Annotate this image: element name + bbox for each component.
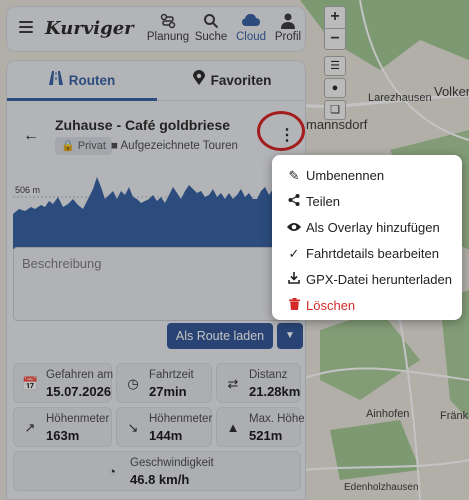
menu-item-label: Als Overlay hinzufügen xyxy=(306,220,440,235)
check-icon: ✓ xyxy=(288,246,300,261)
eye-icon xyxy=(286,215,302,240)
menu-item-overlay[interactable]: Als Overlay hinzufügen xyxy=(272,215,462,240)
menu-item-label: GPX-Datei herunterladen xyxy=(306,272,452,287)
menu-item-label: Fahrtdetails bearbeiten xyxy=(306,246,439,261)
menu-item-download-gpx[interactable]: GPX-Datei herunterladen xyxy=(272,267,462,292)
menu-item-label: Umbenennen xyxy=(306,168,385,183)
pencil-icon: ✎ xyxy=(288,168,300,183)
trash-icon xyxy=(286,293,302,318)
share-icon xyxy=(286,189,302,214)
menu-item-edit-details[interactable]: ✓ Fahrtdetails bearbeiten xyxy=(272,241,462,266)
route-options-menu: ✎ Umbenennen Teilen Als Overlay hinzufüg… xyxy=(272,155,462,320)
download-icon xyxy=(286,267,302,292)
menu-item-label: Löschen xyxy=(306,298,356,313)
menu-item-share[interactable]: Teilen xyxy=(272,189,462,214)
menu-item-rename[interactable]: ✎ Umbenennen xyxy=(272,163,462,188)
menu-item-delete[interactable]: Löschen xyxy=(272,293,462,318)
menu-item-label: Teilen xyxy=(306,194,340,209)
